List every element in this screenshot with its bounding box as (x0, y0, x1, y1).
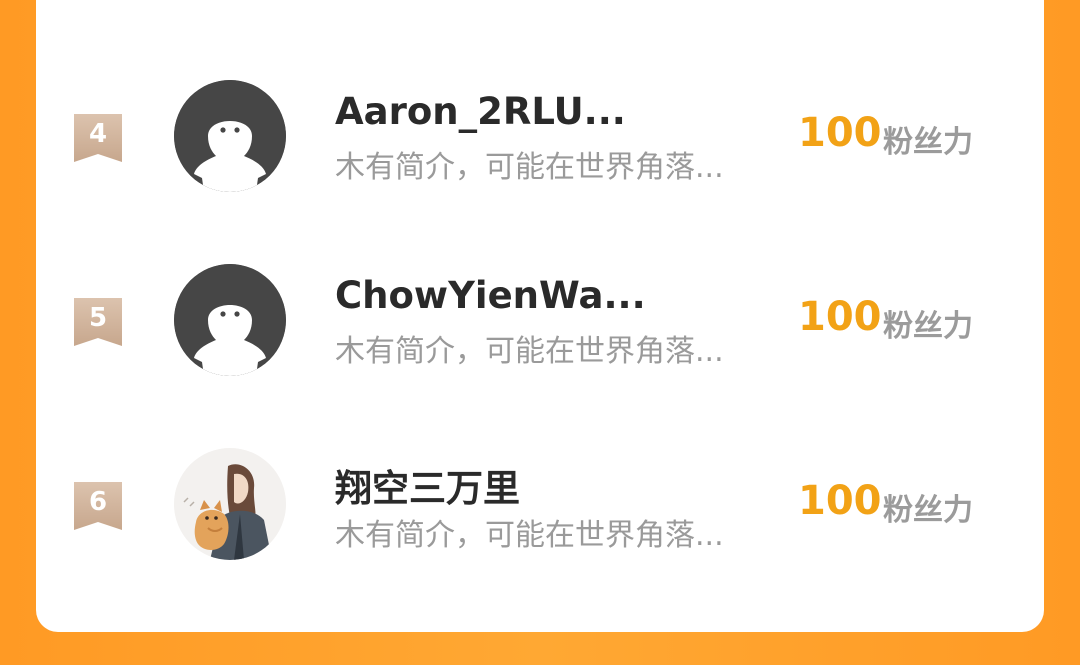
fan-power-score: 100 (798, 294, 882, 340)
user-intro: 木有简介，可能在世界角落... (335, 334, 724, 369)
fan-power-label: 粉丝力 (883, 309, 973, 344)
user-name[interactable]: ChowYienWa... (335, 274, 646, 317)
ranking-row[interactable]: 5 ChowYienWa... 木有简介，可能在世界角落... 100 粉丝力 (36, 264, 1044, 434)
rank-number: 4 (88, 119, 108, 149)
fan-power-score: 100 (798, 110, 882, 156)
user-intro: 木有简介，可能在世界角落... (335, 150, 724, 185)
fan-power-label: 粉丝力 (883, 125, 973, 160)
rank-badge: 6 (72, 480, 124, 532)
user-name[interactable]: 翔空三万里 (335, 458, 520, 512)
fan-power-score: 100 (798, 478, 882, 524)
default-avatar-icon (174, 80, 286, 192)
user-avatar[interactable] (174, 264, 286, 376)
rank-number: 5 (88, 303, 108, 333)
rank-badge: 5 (72, 296, 124, 348)
ranking-card: 4 Aaron_2RLU... 木有简介，可能在世界角落... 100 粉丝力 (36, 0, 1044, 632)
ranking-row[interactable]: 4 Aaron_2RLU... 木有简介，可能在世界角落... 100 粉丝力 (36, 80, 1044, 250)
default-avatar-icon (174, 264, 286, 376)
user-name[interactable]: Aaron_2RLU... (335, 90, 626, 133)
user-intro: 木有简介，可能在世界角落... (335, 518, 724, 553)
rank-number: 6 (88, 487, 108, 517)
illustrated-avatar-icon (174, 448, 286, 560)
fan-power-label: 粉丝力 (883, 493, 973, 528)
rank-badge: 4 (72, 112, 124, 164)
user-avatar[interactable] (174, 80, 286, 192)
ranking-row[interactable]: 6 翔空三万里 木有简介，可能在世界角落... 100 粉丝力 (36, 448, 1044, 618)
user-avatar[interactable] (174, 448, 286, 560)
